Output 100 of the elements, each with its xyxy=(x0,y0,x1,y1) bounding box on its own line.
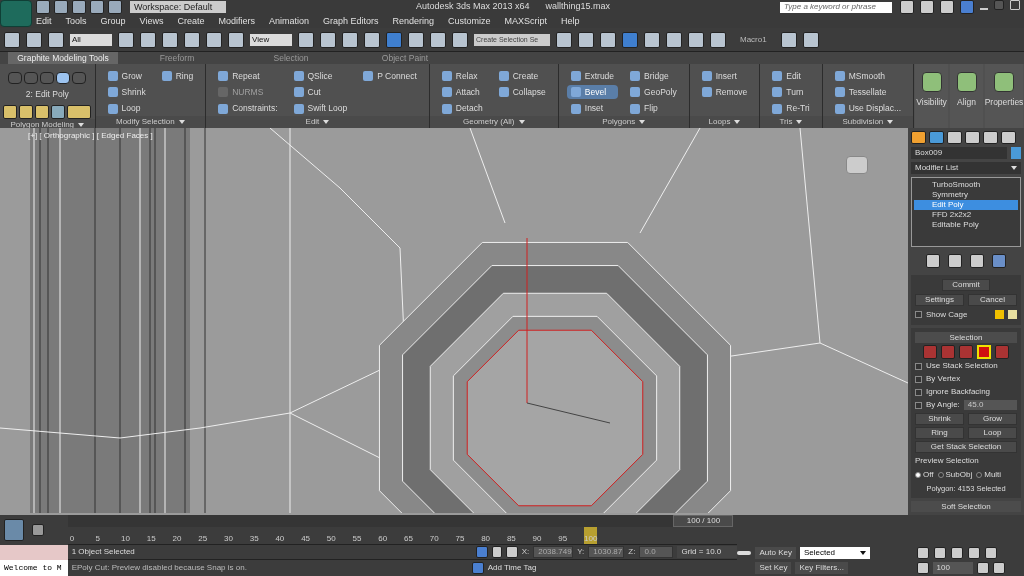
command-tab-icon[interactable] xyxy=(965,131,980,144)
menu-item[interactable]: Create xyxy=(177,14,205,28)
tool-icon[interactable] xyxy=(184,31,200,48)
ribbon-button[interactable]: Re-Tri xyxy=(768,101,814,116)
tool-icon[interactable] xyxy=(19,104,34,119)
menu-item[interactable]: Help xyxy=(561,14,580,28)
object-color-swatch[interactable] xyxy=(1011,147,1021,159)
loop-button[interactable]: Loop xyxy=(968,426,1017,439)
tool-icon[interactable] xyxy=(992,253,1006,268)
tool-icon[interactable] xyxy=(556,31,572,48)
tool-icon[interactable] xyxy=(644,31,660,48)
cage-color-swatch[interactable] xyxy=(995,310,1004,320)
menu-item[interactable]: Group xyxy=(100,14,126,28)
workspace-dropdown[interactable]: Workspace: Default xyxy=(130,1,226,13)
time-slider-track[interactable]: 100 / 100 xyxy=(67,515,734,527)
menu-item[interactable]: Rendering xyxy=(392,14,435,28)
menu-item[interactable]: Customize xyxy=(448,14,491,28)
ribbon-button[interactable]: Shrink xyxy=(103,85,150,100)
tool-icon[interactable] xyxy=(430,31,446,48)
tool-icon[interactable] xyxy=(3,104,18,119)
modifier-stack-item[interactable]: TurboSmooth xyxy=(914,180,1018,190)
x-coordinate-field[interactable]: 2038.749 xyxy=(533,546,574,558)
polygon-mode-icon[interactable] xyxy=(977,344,991,359)
checkbox[interactable] xyxy=(915,401,922,409)
tool-icon[interactable] xyxy=(408,31,424,48)
time-slider-thumb[interactable]: 100 / 100 xyxy=(673,515,734,527)
ribbon-large-button[interactable]: Visibility xyxy=(915,64,949,128)
command-tab-icon[interactable] xyxy=(1001,131,1016,144)
radio-button[interactable] xyxy=(915,471,921,478)
shrink-button[interactable]: Shrink xyxy=(915,412,964,425)
menu-item[interactable]: Modifiers xyxy=(218,14,255,28)
add-time-tag-button[interactable]: Add Time Tag xyxy=(487,561,537,574)
ribbon-button[interactable]: Ring xyxy=(157,69,198,83)
current-frame-field[interactable]: 100 xyxy=(932,562,973,574)
tool-icon[interactable] xyxy=(342,31,358,48)
tool-icon[interactable] xyxy=(666,31,682,48)
angle-spinner[interactable]: 45.0 xyxy=(963,400,1017,411)
tool-icon[interactable] xyxy=(688,31,704,48)
menu-item[interactable]: Tools xyxy=(65,14,87,28)
caret-icon[interactable] xyxy=(518,120,525,124)
ribbon-button[interactable]: Flip xyxy=(626,101,681,116)
cage-color-swatch[interactable] xyxy=(1008,310,1017,320)
get-stack-selection-button[interactable]: Get Stack Selection xyxy=(915,440,1017,453)
tool-icon[interactable] xyxy=(48,31,64,48)
tool-icon[interactable] xyxy=(780,31,797,48)
ribbon-button[interactable]: Relax xyxy=(437,69,487,83)
set-key-button[interactable]: Set Key xyxy=(755,561,792,574)
ring-button[interactable]: Ring xyxy=(915,426,964,439)
tool-icon[interactable] xyxy=(72,0,86,14)
tool-icon[interactable] xyxy=(118,31,134,48)
object-name-field[interactable]: Box009 xyxy=(911,147,1007,159)
modifier-list-dropdown[interactable]: Modifier List xyxy=(911,162,1021,174)
tool-icon[interactable] xyxy=(452,31,468,48)
ribbon-button[interactable]: Loop xyxy=(103,101,150,116)
ribbon-tab[interactable]: Freeform xyxy=(122,52,232,64)
caret-icon[interactable] xyxy=(1011,166,1017,170)
close-icon[interactable] xyxy=(1010,0,1020,10)
tool-icon[interactable] xyxy=(298,31,314,48)
tool-icon[interactable] xyxy=(364,31,380,48)
ribbon-button[interactable]: Remove xyxy=(697,85,752,100)
selection-filter-dropdown[interactable]: All xyxy=(70,33,112,46)
checkbox[interactable] xyxy=(915,311,922,319)
ribbon-button[interactable]: Tessellate xyxy=(830,85,906,100)
subobject-button[interactable] xyxy=(56,72,71,84)
ribbon-button[interactable]: Create xyxy=(494,69,550,83)
ribbon-button[interactable]: MSmooth xyxy=(830,69,906,83)
ribbon-button[interactable]: Turn xyxy=(768,85,814,100)
tool-icon[interactable] xyxy=(4,31,20,48)
cancel-button[interactable]: Cancel xyxy=(968,293,1017,306)
ribbon-button[interactable]: Detach xyxy=(437,101,487,116)
ribbon-button[interactable]: Collapse xyxy=(494,85,550,100)
tool-icon[interactable] xyxy=(578,31,594,48)
checkbox[interactable] xyxy=(915,375,922,383)
ribbon-button[interactable]: P Connect xyxy=(359,69,421,83)
ribbon-tab[interactable]: Graphite Modeling Tools xyxy=(8,52,118,64)
search-field[interactable]: Type a keyword or phrase xyxy=(780,1,892,13)
tool-icon[interactable] xyxy=(162,31,178,48)
tool-icon[interactable] xyxy=(51,104,66,119)
command-tab-icon[interactable] xyxy=(983,131,998,144)
ribbon-button[interactable]: Bridge xyxy=(626,69,681,83)
radio-button[interactable] xyxy=(976,471,983,478)
key-mode-dropdown[interactable]: Selected xyxy=(799,546,870,559)
menu-item[interactable]: Views xyxy=(139,14,164,28)
tool-icon[interactable] xyxy=(90,0,104,14)
ribbon-tab[interactable]: Object Paint xyxy=(350,52,460,64)
caret-icon[interactable] xyxy=(859,550,866,555)
tool-icon[interactable] xyxy=(802,31,819,48)
tool-icon[interactable] xyxy=(320,31,336,48)
tool-icon[interactable] xyxy=(140,31,156,48)
settings-button[interactable]: Settings xyxy=(915,293,964,306)
tool-icon[interactable] xyxy=(600,31,616,48)
checkbox[interactable] xyxy=(915,362,922,370)
checkbox[interactable] xyxy=(915,388,922,396)
panel-title[interactable]: Edit xyxy=(305,116,320,128)
ribbon-button[interactable]: Constraints: xyxy=(214,101,282,116)
ribbon-button[interactable]: Extrude xyxy=(566,69,619,83)
tool-icon[interactable] xyxy=(206,31,222,48)
tool-icon[interactable] xyxy=(26,31,42,48)
caret-icon[interactable] xyxy=(887,120,894,124)
ribbon-button[interactable]: Edit xyxy=(768,69,814,83)
